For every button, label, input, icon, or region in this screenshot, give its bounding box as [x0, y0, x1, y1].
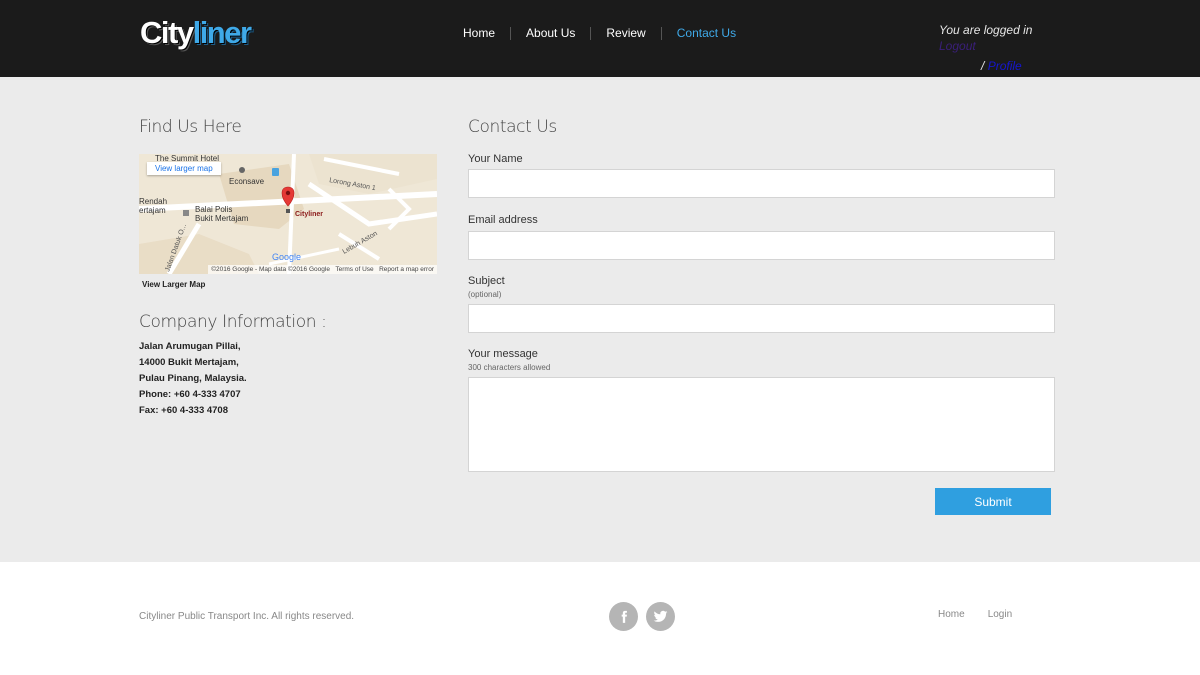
logged-in-text: You are logged in: [939, 23, 1033, 37]
main-nav: Home About Us Review Contact Us: [448, 25, 751, 41]
profile-line: / Profile: [939, 58, 1069, 74]
subject-label: Subject: [468, 275, 505, 287]
company-fax: Fax: +60 4-333 4708: [139, 405, 228, 416]
map-copyright: ©2016 Google - Map data ©2016 Google: [211, 266, 330, 273]
map-report-link[interactable]: Report a map error: [379, 266, 434, 273]
message-label: Your message: [468, 348, 538, 360]
nav-review-link[interactable]: Review: [591, 25, 660, 41]
site-header: Cityliner Home About Us Review Contact U…: [0, 0, 1200, 77]
site-logo[interactable]: Cityliner: [140, 15, 252, 51]
message-hint: 300 characters allowed: [468, 363, 551, 372]
message-textarea[interactable]: [468, 377, 1055, 472]
main-content: Find Us Here The Summit Hotel Econsave L…: [0, 77, 1200, 562]
company-address-line: 14000 Bukit Mertajam,: [139, 357, 239, 368]
location-map[interactable]: The Summit Hotel Econsave Lorong Aston 1…: [139, 154, 437, 274]
subject-hint: (optional): [468, 290, 502, 299]
map-label: ertajam: [139, 206, 166, 215]
nav-about-link[interactable]: About Us: [511, 25, 590, 41]
company-info: Jalan Arumugan Pillai, 14000 Bukit Merta…: [139, 339, 247, 419]
name-input[interactable]: [468, 169, 1055, 198]
map-terms-link[interactable]: Terms of Use: [335, 266, 373, 273]
email-input[interactable]: [468, 231, 1055, 260]
subject-input[interactable]: [468, 304, 1055, 333]
map-label: Econsave: [229, 177, 265, 186]
find-us-title: Find Us Here: [139, 117, 242, 137]
view-larger-map-button[interactable]: View Larger Map: [142, 280, 205, 289]
login-status: You are logged in Logout / Profile: [939, 22, 1069, 74]
footer-copyright: Cityliner Public Transport Inc. All righ…: [139, 611, 355, 622]
company-address-line: Jalan Arumugan Pillai,: [139, 341, 241, 352]
name-label: Your Name: [468, 153, 523, 165]
company-address-line: Pulau Pinang, Malaysia.: [139, 373, 247, 384]
twitter-icon[interactable]: [646, 602, 675, 631]
logo-city-text: City: [140, 15, 194, 50]
facebook-icon[interactable]: [609, 602, 638, 631]
twitter-glyph: [653, 610, 668, 622]
footer-links: Home Login: [938, 609, 1012, 620]
footer-home-link[interactable]: Home: [938, 609, 965, 620]
contact-title: Contact Us: [468, 117, 557, 137]
view-larger-map-link[interactable]: View larger map: [147, 162, 221, 175]
google-logo: Google: [272, 252, 301, 262]
map-label: Cityliner: [295, 211, 323, 218]
map-label: Bukit Mertajam: [195, 214, 249, 223]
map-label: Rendah: [139, 197, 167, 206]
submit-button[interactable]: Submit: [935, 488, 1051, 515]
nav-home-link[interactable]: Home: [448, 25, 510, 41]
site-footer: Cityliner Public Transport Inc. All righ…: [0, 562, 1200, 675]
company-info-title: Company Information :: [139, 312, 327, 332]
map-label: Balai Polis: [195, 205, 232, 214]
facebook-glyph: [621, 610, 627, 623]
email-label: Email address: [468, 214, 538, 226]
logo-liner-text: liner: [192, 15, 252, 50]
link-separator: /: [981, 59, 985, 73]
footer-login-link[interactable]: Login: [988, 609, 1012, 620]
nav-contact-link[interactable]: Contact Us: [662, 25, 751, 41]
profile-link[interactable]: Profile: [988, 59, 1022, 73]
logout-link[interactable]: Logout: [939, 39, 976, 53]
map-attribution: ©2016 Google - Map data ©2016 Google Ter…: [208, 265, 437, 274]
company-phone: Phone: +60 4-333 4707: [139, 389, 241, 400]
